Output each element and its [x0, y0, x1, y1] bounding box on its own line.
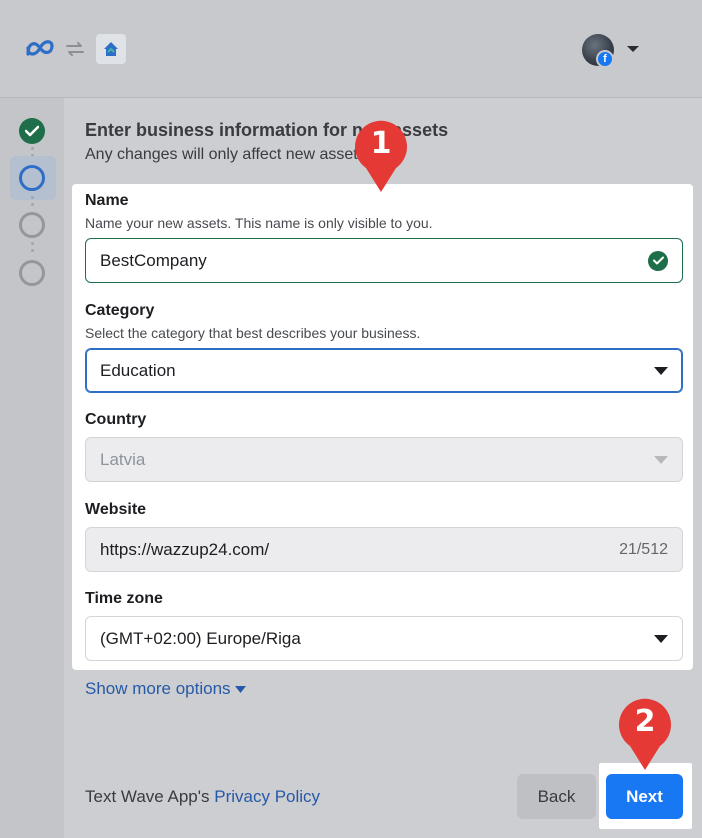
account-menu-caret-icon[interactable] [626, 45, 640, 53]
category-value: Education [100, 360, 176, 380]
chevron-down-icon [654, 455, 668, 464]
next-button[interactable]: Next [606, 774, 683, 819]
category-hint: Select the category that best describes … [85, 325, 421, 341]
step-active-icon [19, 165, 45, 191]
caret-down-icon [234, 685, 246, 693]
chevron-down-icon [654, 366, 668, 375]
step-connector [31, 242, 34, 256]
country-value: Latvia [100, 449, 146, 469]
step-completed-icon [19, 118, 45, 144]
facebook-badge-icon: f [596, 50, 614, 68]
website-label: Website [85, 501, 147, 518]
step-connector [31, 196, 34, 210]
country-label: Country [85, 411, 147, 428]
step-pending-icon [19, 260, 45, 286]
annotation-marker-1: 1 [352, 120, 410, 192]
timezone-select[interactable]: (GMT+02:00) Europe/Riga [85, 616, 683, 661]
character-counter: 21/512 [619, 540, 668, 558]
meta-logo-icon [26, 40, 54, 56]
name-input[interactable]: BestCompany [85, 238, 683, 283]
privacy-prefix: Text Wave App's [85, 787, 210, 806]
website-input[interactable]: https://wazzup24.com/ 21/512 [85, 527, 683, 572]
top-bar: f [0, 0, 702, 98]
privacy-notice: Text Wave App's Privacy Policy [85, 787, 320, 807]
website-value: https://wazzup24.com/ [100, 539, 270, 559]
name-hint: Name your new assets. This name is only … [85, 215, 433, 231]
valid-check-icon [648, 250, 668, 271]
timezone-value: (GMT+02:00) Europe/Riga [100, 628, 301, 648]
timezone-label: Time zone [85, 590, 163, 607]
app-house-icon [96, 34, 126, 64]
show-more-options-link[interactable]: Show more options [85, 679, 246, 699]
name-label: Name [85, 192, 129, 209]
step-pending-icon [19, 212, 45, 238]
name-value: BestCompany [100, 250, 207, 270]
swap-arrows-icon [66, 42, 84, 56]
country-select[interactable]: Latvia [85, 437, 683, 482]
page-subtitle: Any changes will only affect new assets [85, 146, 366, 163]
category-select[interactable]: Education [85, 348, 683, 393]
privacy-policy-link[interactable]: Privacy Policy [214, 787, 320, 806]
chevron-down-icon [654, 634, 668, 643]
annotation-number: 2 [634, 704, 656, 739]
annotation-number: 1 [370, 126, 392, 161]
annotation-marker-2: 2 [616, 698, 674, 770]
category-label: Category [85, 302, 155, 319]
show-more-options-label: Show more options [85, 679, 231, 698]
back-button[interactable]: Back [517, 774, 596, 819]
